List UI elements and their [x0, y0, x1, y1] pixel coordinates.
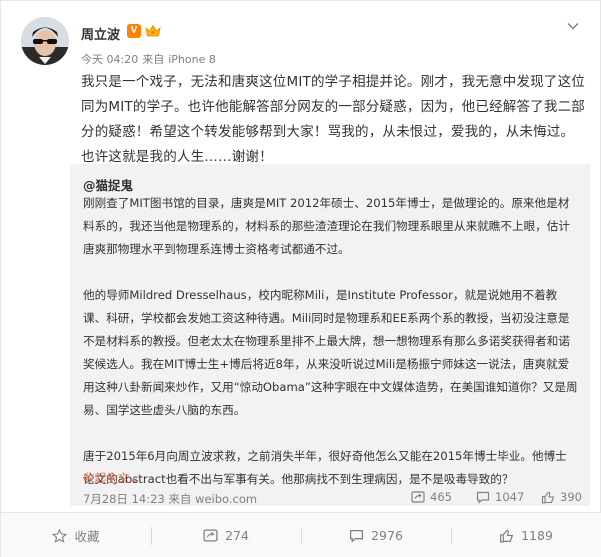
repost-footer: 7月28日 14:23 来自 weibo.com 465 1047 390 — [83, 486, 588, 508]
author-name[interactable]: 周立波 — [81, 24, 120, 43]
repost-paragraph: 刚刚查了MIT图书馆的目录，唐爽是MIT 2012年硕士、2015年博士，是做理… — [83, 196, 570, 256]
comment-button[interactable]: 2976 — [301, 513, 451, 557]
chevron-down-icon[interactable] — [567, 21, 579, 31]
like-count: 1189 — [521, 528, 553, 543]
favorite-button[interactable]: 收藏 — [1, 513, 151, 557]
like-button[interactable]: 1189 — [451, 513, 601, 557]
repost-like-count: 390 — [560, 490, 582, 504]
verified-v-icon[interactable]: V — [127, 24, 141, 38]
repost-forward-button[interactable]: 465 — [411, 490, 452, 504]
repost-text: 刚刚查了MIT图书馆的目录，唐爽是MIT 2012年硕士、2015年博士，是做理… — [83, 192, 578, 491]
avatar[interactable] — [21, 17, 69, 65]
repost-comment-count: 1047 — [495, 490, 525, 504]
forward-icon — [203, 529, 218, 542]
source-device: iPhone 8 — [168, 53, 216, 66]
post-time[interactable]: 今天 04:20 — [81, 53, 138, 66]
collapse-label: 收起全文 — [83, 471, 130, 485]
action-bar: 收藏 274 2976 1189 — [1, 512, 601, 557]
repost-block: @猫捉鬼 刚刚查了MIT图书馆的目录，唐爽是MIT 2012年硕士、2015年博… — [70, 164, 590, 506]
favorite-label: 收藏 — [74, 529, 100, 544]
weibo-card: 周立波 V 今天 04:20 来自 iPhone 8 我只是一个戏子，无法和唐爽这位… — [0, 0, 601, 557]
comment-count: 2976 — [371, 528, 403, 543]
forward-button[interactable]: 274 — [151, 513, 301, 557]
repost-paragraph: 唐于2015年6月向周立波求救，之前消失半年，很好奇他怎么又能在2015年博士毕… — [83, 449, 567, 486]
source-prefix: 来自 — [142, 53, 165, 66]
forward-icon — [411, 491, 425, 503]
repost-paragraph: 他的导师Mildred Dresselhaus，校内昵称Mili，是Instit… — [83, 288, 578, 417]
post-meta: 今天 04:20 来自 iPhone 8 — [81, 51, 220, 67]
repost-like-button[interactable]: 390 — [541, 490, 582, 504]
comment-icon — [476, 491, 490, 504]
author-badges: V — [127, 24, 161, 38]
repost-forward-count: 465 — [430, 490, 452, 504]
star-icon — [52, 528, 68, 543]
collapse-fulltext-link[interactable]: 收起全文 ▴ — [83, 470, 136, 486]
post-text: 我只是一个戏子，无法和唐爽这位MIT的学子相提并论。刚才，我无意中发现了这位同为… — [81, 74, 585, 165]
like-icon — [541, 491, 555, 504]
comment-icon — [350, 529, 364, 543]
repost-time[interactable]: 7月28日 14:23 来自 weibo.com — [83, 491, 257, 507]
forward-count: 274 — [225, 528, 249, 543]
chevron-up-icon: ▴ — [131, 475, 136, 485]
like-icon — [500, 529, 514, 542]
crown-badge-icon[interactable] — [145, 24, 161, 38]
avatar-portrait-icon — [21, 17, 69, 65]
repost-comment-button[interactable]: 1047 — [476, 490, 524, 504]
